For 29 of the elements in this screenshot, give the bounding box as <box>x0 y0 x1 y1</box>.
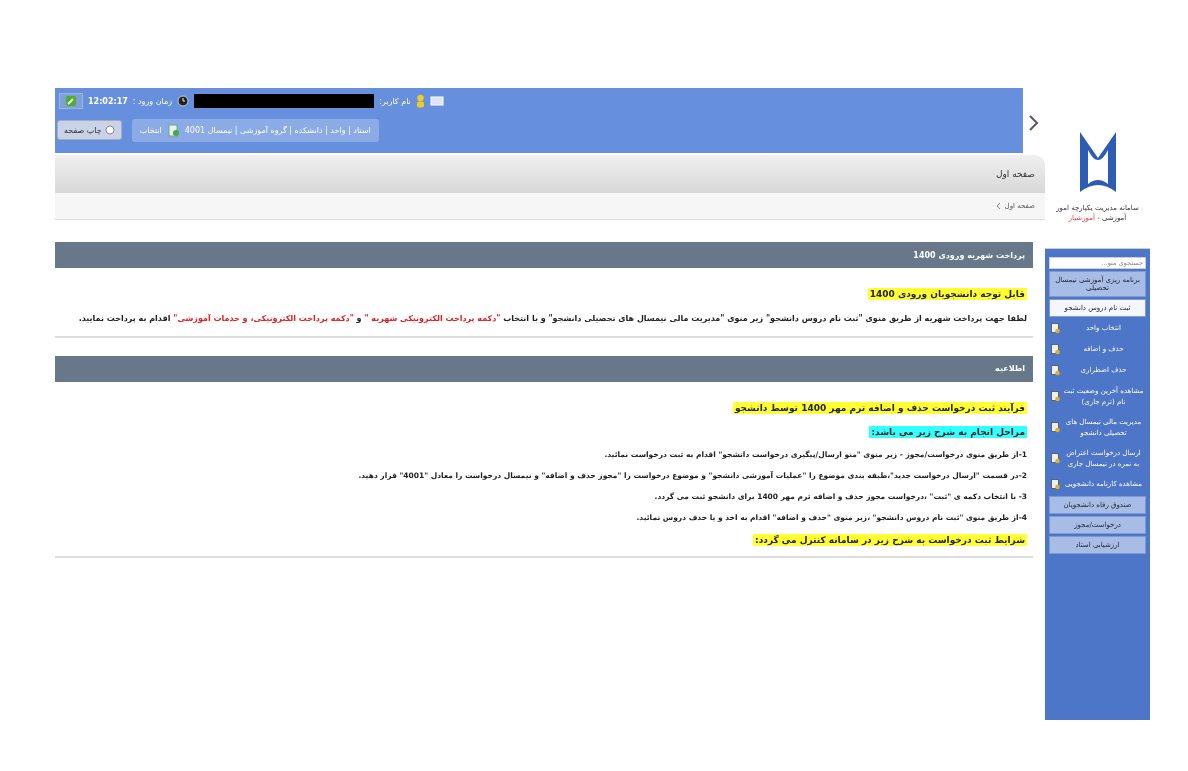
document-icon <box>1051 344 1060 355</box>
clock-icon <box>177 95 190 107</box>
login-label: زمان ورود : <box>132 96 173 106</box>
print-button[interactable]: چاپ صفحه <box>57 120 122 140</box>
document-icon <box>1051 365 1060 376</box>
select-button[interactable]: انتخاب <box>139 125 162 135</box>
chevron-icon <box>995 202 1001 210</box>
document-icon <box>167 123 179 137</box>
notice-paragraph: لطفا جهت پرداخت شهریه از طریق منوی "ثبت نام دروس دانشجو" زیر منوی "مدیریت مالی نیمسال های تحصیلی دانشجو" و با انتخاب "دکمه پرداخت الکترونیکی شهریه " و "دکمه پرداخت الکترونیکی، و خدمات آموزشی" اقدام به پرداخت نمایید. <box>77 313 1027 325</box>
document-icon <box>1051 391 1060 402</box>
document-icon <box>1051 323 1060 334</box>
circle-icon <box>104 125 115 135</box>
page-title: صفحه اول <box>995 169 1035 179</box>
document-icon <box>1051 453 1060 464</box>
highlighted-heading: شرایط ثبت درخواست به شرح زیر در سامانه کنترل می گردد: <box>753 533 1027 546</box>
login-time: 12:02:17 <box>88 96 128 106</box>
user-label: نام کاربر: <box>379 96 411 106</box>
user-icon <box>415 94 425 108</box>
document-icon <box>1051 422 1060 433</box>
panel-title: پرداخت شهریه ورودی 1400 <box>913 250 1025 260</box>
document-icon <box>1051 479 1060 490</box>
pencil-icon <box>66 96 76 106</box>
monitor-icon <box>429 96 444 106</box>
panel-title: اطلاعیه <box>995 364 1025 374</box>
collapse-chevron-icon[interactable] <box>1028 114 1040 132</box>
context-text: استاد | واحد | دانشکده | گروه آموزشی | نیمسال 4001 <box>184 125 371 135</box>
highlighted-heading: قابل توجه دانشجویان ورودی 1400 <box>867 288 1027 300</box>
highlighted-heading: مراحل انجام به شرح زیر می باشد: <box>869 425 1027 438</box>
highlighted-heading: فرآیند ثبت درخواست حذف و اضافه ترم مهر 1400 توسط دانشجو <box>732 401 1027 414</box>
